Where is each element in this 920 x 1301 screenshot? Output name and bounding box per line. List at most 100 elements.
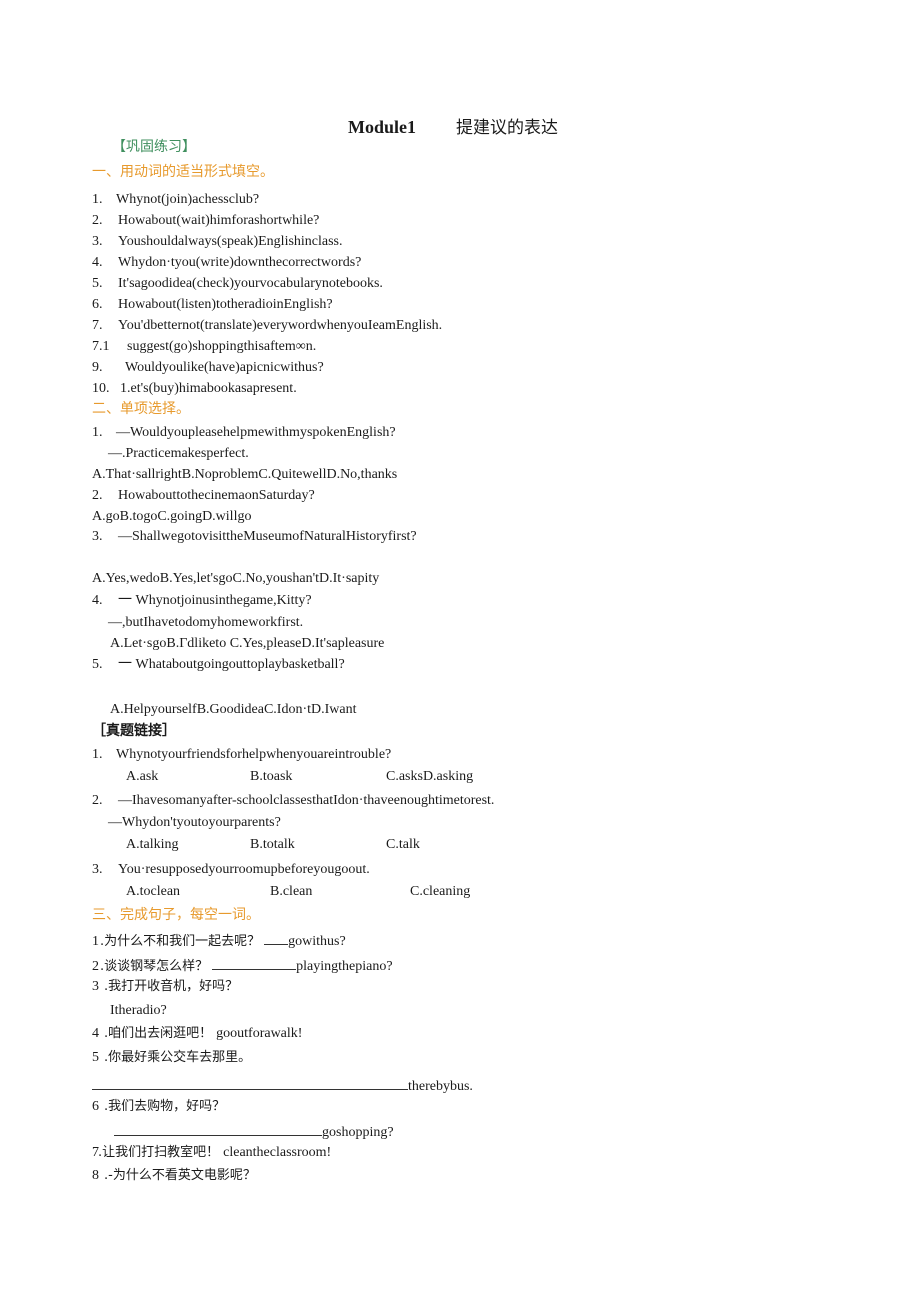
item-text: —Ihavesomanyafter-schoolclassesthatIdon·… bbox=[118, 793, 495, 808]
item-text: HowabouttothecinemaonSaturday? bbox=[118, 488, 315, 503]
item-english: goshopping? bbox=[322, 1125, 394, 1140]
part1-item: 7.1 suggest(go)shoppingthisaftem∞n. bbox=[92, 338, 316, 356]
answer-blank[interactable] bbox=[114, 1121, 322, 1136]
part3-item: 8 .-为什么不看英文电影呢？ bbox=[92, 1167, 256, 1185]
part3-item: 2.谈谈钢琴怎么样？ playingthepiano? bbox=[92, 955, 393, 976]
real-exam-option: C.talk bbox=[386, 837, 420, 852]
item-number: 3. bbox=[92, 529, 103, 544]
part3-heading: 三、完成句子，每空一词。 bbox=[92, 907, 260, 923]
item-number: 8 bbox=[92, 1168, 99, 1183]
item-number: 1 bbox=[92, 934, 99, 949]
part2-options: A.That·sallrightB.NoproblemC.QuitewellD.… bbox=[92, 467, 398, 482]
item-text: Wouldyoulike(have)apicnicwithus? bbox=[125, 360, 324, 375]
part2-options: A.Let·sgoB.Γdliketo C.Yes,pleaseD.It'sap… bbox=[110, 636, 385, 651]
part2-heading: 二、单项选择。 bbox=[92, 401, 190, 417]
item-number: 10. bbox=[92, 381, 110, 396]
item-text: —WouldyoupleasehelpmewithmyspokenEnglish… bbox=[116, 425, 396, 440]
item-text: You'dbetternot(translate)everywordwhenyo… bbox=[118, 318, 443, 333]
part3-answer-line: goshopping? bbox=[114, 1121, 394, 1142]
item-number: 1. bbox=[92, 192, 103, 207]
part2-options: A.HelpyourselfB.GoodideaC.Idon·tD.Iwant bbox=[110, 702, 357, 717]
item-english: gooutforawalk! bbox=[216, 1026, 303, 1041]
item-text: Howabout(listen)totheradioinEnglish? bbox=[118, 297, 333, 312]
item-number: 4. bbox=[92, 593, 103, 608]
item-text: Whydon·tyou(write)downthecorrectwords? bbox=[118, 255, 362, 270]
part1-item: 10. 1.et's(buy)himabookasapresent. bbox=[92, 380, 297, 398]
item-chinese: .-为什么不看英文电影呢？ bbox=[104, 1168, 256, 1183]
part3-answer-line: therebybus. bbox=[92, 1075, 473, 1096]
part1-heading: 一、用动词的适当形式填空。 bbox=[92, 164, 274, 180]
item-number: 6 bbox=[92, 1099, 99, 1114]
real-exam-option: C.asksD.asking bbox=[386, 769, 474, 784]
real-exam-option: A.talking bbox=[126, 837, 179, 852]
item-number: 2. bbox=[92, 213, 103, 228]
real-exam-question: 2. —Ihavesomanyafter-schoolclassesthatIdo… bbox=[92, 792, 494, 810]
item-number: 6. bbox=[92, 297, 103, 312]
item-number: 4. bbox=[92, 255, 103, 270]
real-exam-option: A.ask bbox=[126, 769, 159, 784]
topic-label: 提建议的表达 bbox=[456, 118, 559, 138]
item-chinese: .我们去购物，好吗？ bbox=[104, 1099, 226, 1114]
item-chinese: .让我们打扫教室吧！ bbox=[98, 1145, 220, 1160]
item-text: Whynot(join)achessclub? bbox=[116, 192, 260, 207]
item-number: 1. bbox=[92, 747, 103, 762]
part1-item: 5. It'sagoodidea(check)yourvocabularynote… bbox=[92, 275, 383, 293]
part3-item: 1.为什么不和我们一起去呢？ gowithus? bbox=[92, 930, 346, 951]
item-chinese: .你最好乘公交车去那里。 bbox=[104, 1050, 252, 1065]
real-exam-question: 1. Whynotyourfriendsforhelpwhenyouareintr… bbox=[92, 746, 391, 764]
item-text: 1.et's(buy)himabookasapresent. bbox=[120, 381, 297, 396]
answer-blank[interactable] bbox=[212, 955, 297, 970]
real-exam-option: B.totalk bbox=[250, 837, 295, 852]
item-number: 2. bbox=[92, 793, 103, 808]
real-exam-heading: ［真题链接］ bbox=[92, 723, 176, 739]
item-text: You·resupposedyourroomupbeforeyougoout. bbox=[118, 862, 370, 877]
part2-options: A.Yes,wedoB.Yes,let'sgoC.No,youshan'tD.I… bbox=[92, 571, 380, 586]
item-text: 一 Whataboutgoingouttoplaybasketball? bbox=[118, 657, 345, 672]
answer-blank[interactable] bbox=[92, 1075, 408, 1090]
part2-question: 2. HowabouttothecinemaonSaturday? bbox=[92, 487, 315, 505]
answer-blank[interactable] bbox=[264, 930, 289, 945]
part3-item: 6 .我们去购物，好吗？ bbox=[92, 1098, 225, 1116]
item-number: 3 bbox=[92, 979, 99, 994]
page-title: Module1 提建议的表达 bbox=[348, 116, 558, 139]
item-number: 7. bbox=[92, 318, 103, 333]
part1-item: 1. Whynot(join)achessclub? bbox=[92, 191, 259, 209]
item-text: Howabout(wait)himforashortwhile? bbox=[118, 213, 320, 228]
part3-item: 3 .我打开收音机，好吗？ bbox=[92, 978, 238, 996]
part1-item: 9. Wouldyoulike(have)apicnicwithus? bbox=[92, 359, 324, 377]
item-number: 5. bbox=[92, 276, 103, 291]
item-text: —ShallwegotovisittheMuseumofNaturalHisto… bbox=[118, 529, 417, 544]
item-english: Itheradio? bbox=[110, 1003, 167, 1018]
part1-item: 6. Howabout(listen)totheradioinEnglish? bbox=[92, 296, 333, 314]
item-text: Whynotyourfriendsforhelpwhenyouareintrou… bbox=[116, 747, 392, 762]
item-english: gowithus? bbox=[288, 934, 346, 949]
part3-item: 7.让我们打扫教室吧！ cleantheclassroom! bbox=[92, 1144, 331, 1162]
real-exam-option: C.cleaning bbox=[410, 884, 471, 899]
part2-question: 4. 一 Whynotjoinusinthegame,Kitty? bbox=[92, 592, 312, 610]
item-number: 3. bbox=[92, 862, 103, 877]
item-number: 9. bbox=[92, 360, 103, 375]
item-number: 1. bbox=[92, 425, 103, 440]
item-number: 4 bbox=[92, 1026, 99, 1041]
item-chinese: .咱们出去闲逛吧！ bbox=[104, 1026, 213, 1041]
item-chinese: .为什么不和我们一起去呢？ bbox=[100, 934, 261, 949]
module-label: Module1 bbox=[348, 117, 417, 137]
item-english: therebybus. bbox=[408, 1079, 473, 1094]
part2-reply: —,butIhavetodomyhomeworkfirst. bbox=[108, 615, 304, 630]
real-exam-reply: —Whydon'tyoutoyourparents? bbox=[108, 815, 281, 830]
real-exam-question: 3. You·resupposedyourroomupbeforeyougoout… bbox=[92, 861, 370, 879]
part1-item: 2. Howabout(wait)himforashortwhile? bbox=[92, 212, 319, 230]
item-chinese: .谈谈钢琴怎么样？ bbox=[100, 959, 209, 974]
item-english: playingthepiano? bbox=[296, 959, 393, 974]
part1-item: 4. Whydon·tyou(write)downthecorrectwords? bbox=[92, 254, 361, 272]
item-number: 2 bbox=[92, 959, 99, 974]
item-chinese: .我打开收音机，好吗？ bbox=[104, 979, 239, 994]
real-exam-option: B.clean bbox=[270, 884, 313, 899]
part2-reply: —.Practicemakesperfect. bbox=[108, 446, 249, 461]
item-english: cleantheclassroom! bbox=[223, 1145, 332, 1160]
item-number: 7.1 bbox=[92, 339, 110, 354]
real-exam-option: B.toask bbox=[250, 769, 293, 784]
part1-item: 3. Youshouldalways(speak)Englishinclass. bbox=[92, 233, 343, 251]
part2-question: 1. —WouldyoupleasehelpmewithmyspokenEngli… bbox=[92, 424, 396, 442]
part3-item: 4 .咱们出去闲逛吧！ gooutforawalk! bbox=[92, 1025, 302, 1043]
